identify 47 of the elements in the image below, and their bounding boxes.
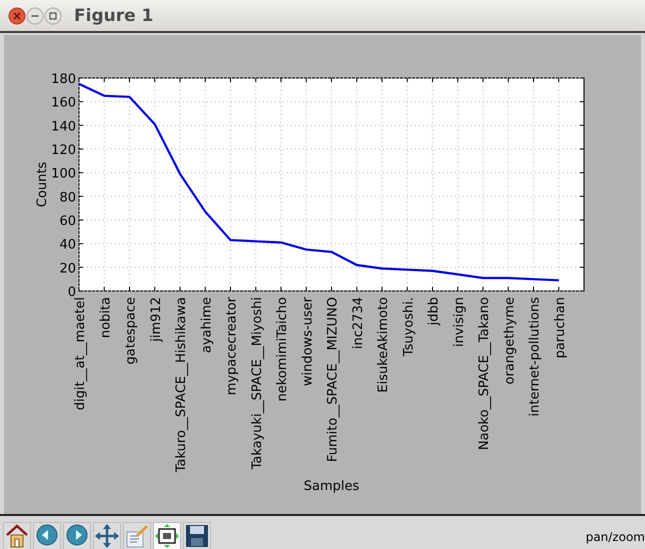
x-tick-label: Takayuki__SPACE__Miyoshi <box>250 297 265 470</box>
zoom-frame-icon <box>155 524 179 548</box>
x-tick-label: ayahime <box>199 297 214 354</box>
back-button[interactable] <box>33 522 61 549</box>
y-tick-label: 120 <box>51 143 76 158</box>
x-tick-label: orangethyme <box>502 297 518 384</box>
window-title: Figure 1 <box>74 6 154 26</box>
x-tick-label: mypacecreator <box>224 297 240 396</box>
x-tick-label: digit__at__maetel <box>73 297 88 410</box>
x-tick-label: jim912 <box>148 297 164 342</box>
x-tick-label: Tsuyoshi. <box>401 297 416 356</box>
save-button[interactable] <box>183 522 211 549</box>
y-tick-label: 80 <box>59 190 76 206</box>
x-tick-label: inc2734 <box>350 297 366 350</box>
x-tick-label: EisukeAkimoto <box>376 297 391 393</box>
x-tick-label: paruchan <box>552 297 568 358</box>
y-tick-label: 60 <box>59 214 76 229</box>
x-tick-label: gatespace <box>124 297 138 364</box>
minimize-icon[interactable] <box>26 6 44 24</box>
status-text: pan/zoom <box>586 530 645 546</box>
x-tick-label: Naoko__SPACE__Takano <box>477 297 492 450</box>
y-tick-label: 160 <box>51 96 76 111</box>
y-tick-label: 40 <box>59 238 76 253</box>
x-tick-label: nobita <box>98 297 114 338</box>
forward-button[interactable] <box>63 522 91 549</box>
x-tick-label: nekomimiTaicho <box>275 297 290 402</box>
y-tick-label: 20 <box>59 261 76 276</box>
house-icon <box>6 524 28 548</box>
y-tick-label: 0 <box>68 285 76 300</box>
x-tick-label: jdbb <box>426 297 442 326</box>
x-tick-label: internet-pollutions <box>528 297 542 416</box>
x-tick-label: Fumito__SPACE__MIZUNO <box>326 297 340 462</box>
zoom-button[interactable] <box>153 522 181 549</box>
y-tick-label: 180 <box>51 72 76 87</box>
document-pencil-icon <box>125 524 149 548</box>
x-axis-label: Samples <box>304 479 360 494</box>
y-axis-label: Counts <box>35 162 50 208</box>
x-tick-label: Takuro__SPACE__Hishikawa <box>174 297 189 472</box>
home-button[interactable] <box>3 522 31 549</box>
y-tick-label: 140 <box>51 119 76 134</box>
maximize-icon[interactable] <box>44 6 62 24</box>
pan-button[interactable] <box>93 522 121 549</box>
y-tick-label: 100 <box>51 166 76 182</box>
move-arrows-icon <box>95 524 119 548</box>
x-tick-label: invisign <box>452 297 467 348</box>
close-icon[interactable] <box>8 6 26 24</box>
x-tick-label: windows-user <box>300 297 316 386</box>
